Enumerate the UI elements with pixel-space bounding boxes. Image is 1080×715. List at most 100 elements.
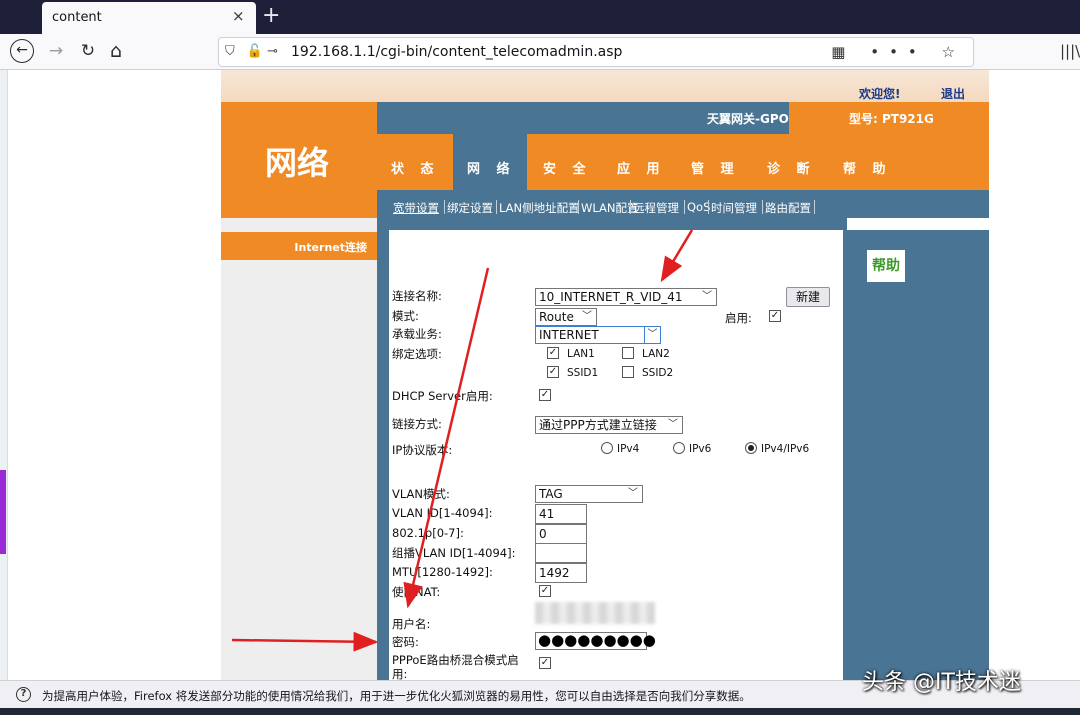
vlan-mode-select[interactable]: TAG ﹀ xyxy=(535,485,643,503)
service-label: 承载业务: xyxy=(392,326,442,342)
bind-ssid1-checkbox[interactable]: ✓ xyxy=(547,366,559,378)
new-connection-button[interactable]: 新建 xyxy=(786,287,830,307)
link-mode-value: 通过PPP方式建立链接 xyxy=(539,418,657,432)
url-text[interactable]: 192.168.1.1/cgi-bin/content_telecomadmin… xyxy=(291,44,622,60)
ipv6-radio[interactable] xyxy=(673,442,685,454)
mtu-input[interactable]: 1492 xyxy=(535,563,587,583)
menu-item-help[interactable]: 帮 助 xyxy=(843,158,892,177)
welcome-text: 欢迎您! xyxy=(859,85,900,102)
submenu-broadband[interactable]: 宽带设置 xyxy=(393,200,439,216)
dhcp-label: DHCP Server启用: xyxy=(392,388,493,404)
bind-ssid2-checkbox[interactable] xyxy=(622,366,634,378)
dhcp-checkbox[interactable]: ✓ xyxy=(539,389,551,401)
gateway-bar: 天翼网关-GPON 型号: PT921G xyxy=(377,102,989,134)
enable-checkbox[interactable]: ✓ xyxy=(769,310,781,322)
section-title: 网络 xyxy=(265,138,329,184)
sidebar-item-label: Internet连接 xyxy=(294,239,367,255)
menu-item-security[interactable]: 安 全 xyxy=(543,158,592,177)
priority-input[interactable]: 0 xyxy=(535,524,587,544)
back-icon[interactable]: ← xyxy=(10,39,34,63)
gateway-name: 天翼网关-GPON xyxy=(707,110,799,127)
username-label: 用户名: xyxy=(392,616,430,632)
url-actions-icons[interactable]: ▦ ••• ☆ xyxy=(831,43,965,61)
password-input[interactable]: ●●●●●●●●● xyxy=(535,632,647,650)
vlan-id-label: VLAN ID[1-4094]: xyxy=(392,506,493,520)
ipv4-ipv6-radio[interactable] xyxy=(745,442,757,454)
submenu-separator xyxy=(444,200,445,214)
help-panel: 帮助 xyxy=(847,230,989,680)
nat-checkbox[interactable]: ✓ xyxy=(539,585,551,597)
submenu-separator xyxy=(708,200,709,214)
menu-item-status[interactable]: 状 态 xyxy=(391,158,440,177)
mode-select[interactable]: Route ﹀ xyxy=(535,308,597,326)
menu-item-apps[interactable]: 应 用 xyxy=(617,158,666,177)
service-select[interactable]: INTERNET﹀ xyxy=(535,326,661,344)
submenu-binding[interactable]: 绑定设置 xyxy=(447,200,493,216)
enable-label: 启用: xyxy=(725,310,752,326)
submenu-qos[interactable]: QoS xyxy=(687,200,710,214)
link-mode-select[interactable]: 通过PPP方式建立链接﹀ xyxy=(535,416,683,434)
browser-tab-bar: content × + xyxy=(0,0,1080,34)
connection-name-select[interactable]: 10_INTERNET_R_VID_41﹀ xyxy=(535,288,717,306)
browser-toolbar: ← → ↻ ⌂ ⛉ 🔓⊸ 192.168.1.1/cgi-bin/content… xyxy=(0,34,1080,70)
chevron-down-icon: ﹀ xyxy=(628,486,638,502)
new-tab-icon[interactable]: + xyxy=(262,3,280,28)
link-mode-label: 链接方式: xyxy=(392,416,442,432)
username-input-redacted[interactable] xyxy=(535,602,655,624)
ipv6-label: IPv6 xyxy=(689,443,711,455)
bind-ssid1-label: SSID1 xyxy=(567,367,598,379)
top-banner: 欢迎您! 退出 xyxy=(221,70,989,102)
vlan-mode-label: VLAN模式: xyxy=(392,486,450,502)
wan-form: 连接名称: 10_INTERNET_R_VID_41﹀ 新建 模式: Route… xyxy=(389,230,843,680)
submenu-separator xyxy=(496,200,497,214)
vlan-mode-value: TAG xyxy=(539,487,563,501)
help-title: 帮助 xyxy=(867,250,905,282)
url-bar[interactable]: ⛉ 🔓⊸ 192.168.1.1/cgi-bin/content_telecom… xyxy=(218,37,974,67)
menu-item-network[interactable]: 网 络 xyxy=(467,158,516,177)
bind-ssid2-label: SSID2 xyxy=(642,367,673,379)
chevron-down-icon: ﹀ xyxy=(582,309,592,325)
home-icon[interactable]: ⌂ xyxy=(104,39,128,63)
connection-name-value: 10_INTERNET_R_VID_41 xyxy=(539,290,683,304)
bind-lan1-checkbox[interactable]: ✓ xyxy=(547,347,559,359)
sub-menu: 宽带设置 绑定设置 LAN侧地址配置 WLAN配置 远程管理 QoS 时间管理 … xyxy=(377,190,989,218)
main-menu: 状 态 网 络 安 全 应 用 管 理 诊 断 帮 助 xyxy=(377,134,989,190)
sidebar-item-internet[interactable]: Internet连接 xyxy=(221,232,381,260)
security-icons[interactable]: ⛉ 🔓⊸ xyxy=(225,44,282,59)
model-text: 型号: PT921G xyxy=(849,110,934,127)
notification-text: 为提高用户体验，Firefox 将发送部分功能的使用情况给我们，用于进一步优化火… xyxy=(42,688,751,704)
mode-value: Route xyxy=(539,310,574,324)
forward-icon[interactable]: → xyxy=(44,39,68,63)
question-icon: ? xyxy=(16,687,31,702)
logout-link[interactable]: 退出 xyxy=(941,85,965,102)
browser-tab[interactable]: content × xyxy=(42,2,256,34)
menu-item-diagnose[interactable]: 诊 断 xyxy=(767,158,816,177)
submenu-separator xyxy=(578,200,579,214)
submenu-remote[interactable]: 远程管理 xyxy=(633,200,679,216)
submenu-time[interactable]: 时间管理 xyxy=(711,200,757,216)
bind-lan2-checkbox[interactable] xyxy=(622,347,634,359)
ipv4-radio[interactable] xyxy=(601,442,613,454)
tab-close-icon[interactable]: × xyxy=(232,7,245,25)
multicast-vlan-input[interactable] xyxy=(535,543,587,563)
ipv4-label: IPv4 xyxy=(617,443,639,455)
submenu-routing[interactable]: 路由配置 xyxy=(765,200,811,216)
tab-title: content xyxy=(52,10,102,25)
library-icon[interactable]: |||\ xyxy=(1060,42,1080,60)
pppoe-bridge-label: PPPoE路由桥混合模式启 xyxy=(392,652,519,668)
reload-icon[interactable]: ↻ xyxy=(76,39,100,63)
menu-item-manage[interactable]: 管 理 xyxy=(691,158,740,177)
bind-lan1-label: LAN1 xyxy=(567,348,595,360)
connection-name-label: 连接名称: xyxy=(392,288,442,304)
submenu-separator xyxy=(762,200,763,214)
submenu-separator xyxy=(814,200,815,214)
submenu-lan-address[interactable]: LAN侧地址配置 xyxy=(499,200,580,216)
pppoe-bridge-checkbox[interactable]: ✓ xyxy=(539,657,551,669)
submenu-separator xyxy=(684,200,685,214)
content-frame: 连接名称: 10_INTERNET_R_VID_41﹀ 新建 模式: Route… xyxy=(377,218,847,680)
chevron-down-icon: ﹀ xyxy=(644,327,660,343)
section-header: 网络 xyxy=(221,102,377,218)
vlan-id-input[interactable]: 41 xyxy=(535,504,587,524)
password-label: 密码: xyxy=(392,634,419,650)
ipv4-ipv6-label: IPv4/IPv6 xyxy=(761,443,809,455)
